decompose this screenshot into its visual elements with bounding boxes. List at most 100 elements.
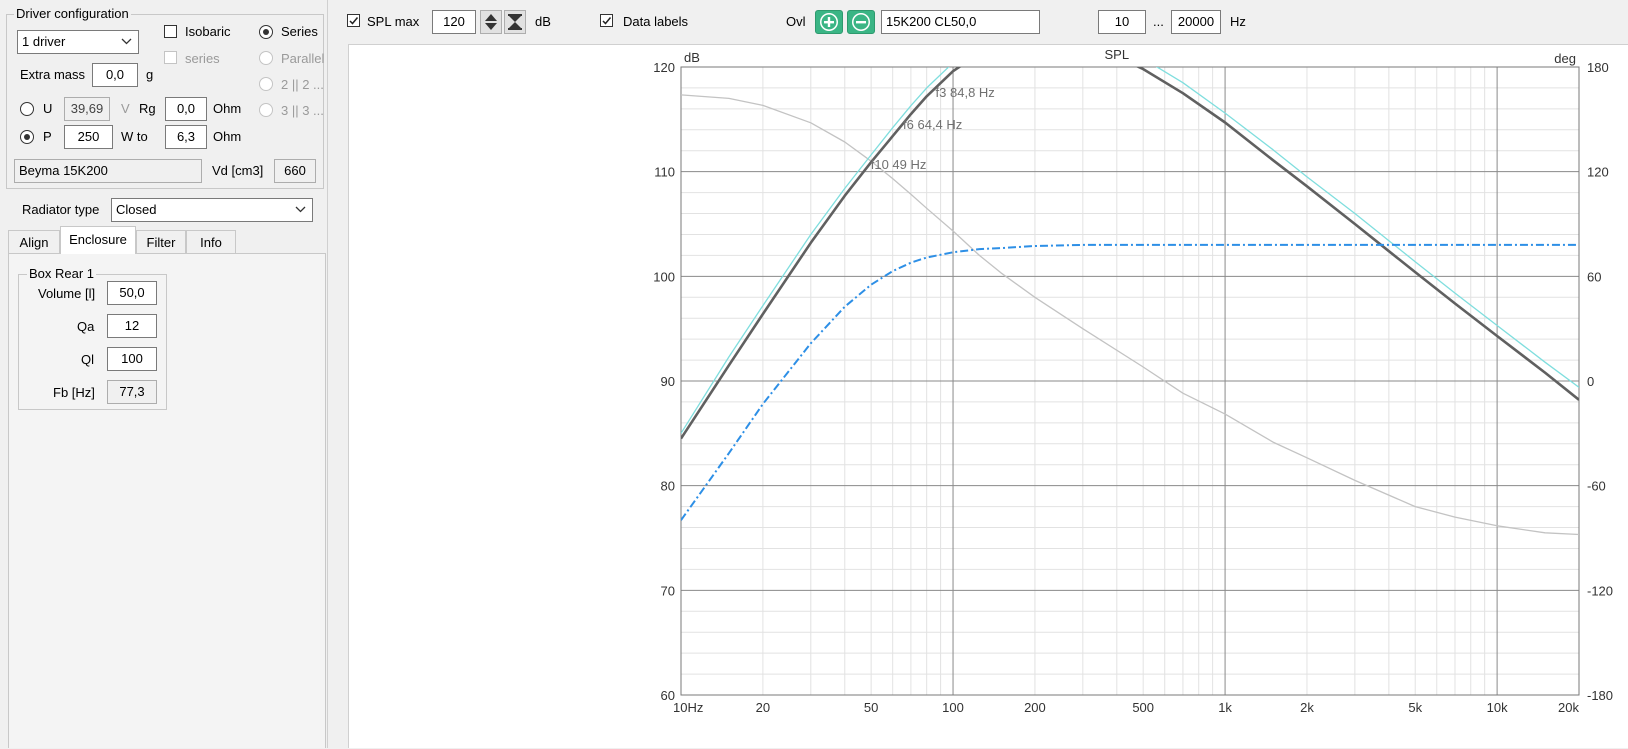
tab-info[interactable]: Info [186, 230, 236, 254]
volume-label: Volume [l] [38, 286, 96, 301]
spin-updown-button[interactable] [480, 10, 502, 34]
chart-title: SPL [1105, 47, 1130, 62]
isobaric-label: Isobaric [185, 24, 231, 39]
tab-enclosure[interactable]: Enclosure [60, 226, 136, 254]
extra-mass-unit: g [146, 67, 154, 82]
cutoff-annotation: f3 84,8 Hz [936, 85, 995, 100]
u-value-field[interactable]: 39,69 [64, 97, 110, 121]
freq-separator: ... [1153, 14, 1164, 29]
fb-value-field[interactable]: 77,3 [107, 380, 157, 404]
driver-count-select[interactable]: 1 driver [17, 30, 139, 54]
phase-curve [681, 94, 1579, 536]
y-left-tick-label: 120 [653, 60, 675, 75]
freq-to-input[interactable]: 20000 [1171, 10, 1221, 34]
chart-panel: f3 84,8 Hz f6 64,4 Hz f10 49 Hz 10Hz 20 50 100… [348, 44, 1628, 748]
y-left-axis-title: dB [684, 50, 700, 65]
p-radio[interactable] [20, 130, 34, 144]
x-tick-label: 10k [1487, 700, 1508, 715]
y-left-tick-label: 60 [661, 688, 675, 703]
spl-max-checkbox[interactable] [347, 14, 360, 27]
data-labels-checkbox[interactable] [600, 14, 613, 27]
x-tick-label: 20k [1558, 700, 1579, 715]
x-tick-label: 200 [1024, 700, 1046, 715]
rg-input[interactable]: 0,0 [165, 97, 207, 121]
vd-value-field[interactable]: 660 [274, 159, 316, 183]
toolbar: SPL max 120 dB Data labels Ovl 15K200 CL… [330, 0, 1628, 44]
extra-mass-input[interactable]: 0,0 [92, 63, 138, 87]
driver-count-value: 1 driver [22, 34, 66, 49]
spl-overlay-curve [681, 67, 1579, 434]
y-right-tick-label: -60 [1587, 479, 1606, 494]
checkmark-icon [602, 17, 612, 25]
x-tick-label: 1k [1218, 700, 1232, 715]
chevron-down-icon [295, 206, 306, 213]
p-ohm-input[interactable]: 6,3 [165, 125, 207, 149]
rg-label: Rg [139, 101, 156, 116]
x-tick-label: 20 [756, 700, 770, 715]
y-right-axis-title: deg [1554, 51, 1576, 66]
series-check-label: series [185, 51, 220, 66]
qa-label: Qa [77, 319, 95, 334]
x-tick-label: 500 [1132, 700, 1154, 715]
option-3-label: 3 || 3 ... [281, 103, 324, 118]
u-label: U [43, 101, 53, 116]
qa-input[interactable]: 12 [107, 314, 157, 338]
rg-unit: Ohm [213, 101, 242, 116]
y-right-tick-label: 60 [1587, 269, 1601, 284]
overlay-name-input[interactable]: 15K200 CL50,0 [881, 10, 1040, 34]
x-tick-label: 10Hz [673, 700, 703, 715]
radiator-type-label: Radiator type [22, 202, 100, 217]
parallel-radio[interactable] [259, 51, 273, 65]
left-panel: Driver configuration 1 driver Isobaric s… [0, 0, 328, 748]
p-input[interactable]: 250 [64, 125, 113, 149]
x-tick-label: 50 [864, 700, 878, 715]
chevron-down-icon [121, 38, 132, 45]
driver-config-title: Driver configuration [14, 6, 131, 21]
series-checkbox[interactable] [164, 51, 177, 64]
driver-name-field[interactable]: Beyma 15K200 [14, 159, 202, 183]
p-unit: W to [121, 129, 148, 144]
radiator-type-select[interactable]: Closed [111, 198, 313, 222]
spl-max-label: SPL max [367, 14, 420, 29]
p-ohm-unit: Ohm [213, 129, 242, 144]
freq-from-input[interactable]: 10 [1098, 10, 1146, 34]
tab-align[interactable]: Align [8, 230, 60, 254]
hz-label: Hz [1230, 14, 1246, 29]
y-right-tick-label: 180 [1587, 60, 1609, 75]
series-radio[interactable] [259, 25, 273, 39]
y-right-tick-label: 120 [1587, 165, 1609, 180]
hourglass-icon [508, 14, 522, 30]
plus-circle-icon [820, 13, 838, 31]
isobaric-checkbox[interactable] [164, 25, 177, 38]
cutoff-annotation: f10 49 Hz [871, 157, 927, 172]
x-tick-label: 2k [1300, 700, 1314, 715]
y-left-tick-label: 90 [661, 374, 675, 389]
ovl-label: Ovl [786, 14, 806, 29]
add-overlay-button[interactable] [815, 10, 843, 34]
y-right-tick-label: -120 [1587, 583, 1613, 598]
volume-input[interactable]: 50,0 [107, 281, 157, 305]
minus-circle-icon [852, 13, 870, 31]
tab-filter[interactable]: Filter [136, 230, 186, 254]
ql-input[interactable]: 100 [107, 347, 157, 371]
y-right-tick-label: -180 [1587, 688, 1613, 703]
ql-label: Ql [81, 352, 94, 367]
vd-label: Vd [cm3] [212, 163, 264, 178]
u-radio[interactable] [20, 102, 34, 116]
box-rear-title: Box Rear 1 [27, 266, 97, 281]
group-delay-curve [681, 243, 1579, 521]
x-tick-label: 100 [942, 700, 964, 715]
option-3-radio[interactable] [259, 103, 273, 117]
option-2-radio[interactable] [259, 77, 273, 91]
y-right-tick-label: 0 [1587, 374, 1594, 389]
p-label: P [43, 129, 52, 144]
spl-chart[interactable]: f3 84,8 Hz f6 64,4 Hz f10 49 Hz 10Hz 20 50 100… [349, 45, 1628, 749]
extra-mass-label: Extra mass [20, 67, 86, 82]
spl-main-curve [681, 67, 1579, 440]
series-radio-label: Series [281, 24, 318, 39]
remove-overlay-button[interactable] [847, 10, 875, 34]
spl-max-input[interactable]: 120 [432, 10, 476, 34]
y-left-tick-label: 80 [661, 479, 675, 494]
y-left-tick-label: 110 [654, 165, 675, 180]
zoom-fit-button[interactable] [504, 10, 526, 34]
